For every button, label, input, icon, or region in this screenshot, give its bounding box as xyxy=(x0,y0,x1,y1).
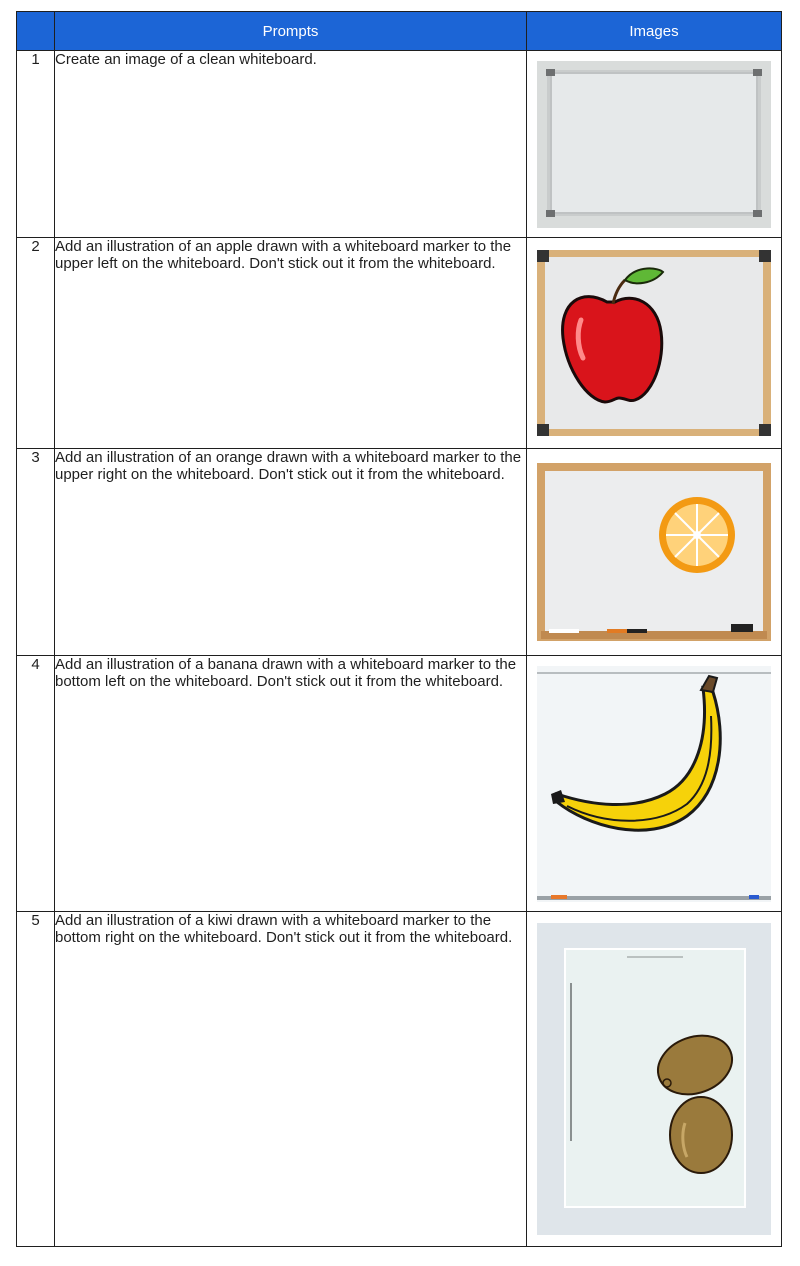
prompt-text: Create an image of a clean whiteboard. xyxy=(54,50,527,238)
row-index: 2 xyxy=(16,237,55,449)
images-column-header: Images xyxy=(526,11,782,51)
clean-whiteboard-image xyxy=(537,60,771,228)
table-row: 5 Add an illustration of a kiwi drawn wi… xyxy=(16,911,782,1247)
apple-whiteboard-image xyxy=(537,250,771,436)
prompts-table: Prompts Images 1 Create an image of a cl… xyxy=(16,11,782,1247)
image-cell xyxy=(526,655,782,912)
image-cell xyxy=(526,50,782,238)
prompt-text: Add an illustration of an apple drawn wi… xyxy=(54,237,527,449)
row-index: 4 xyxy=(16,655,55,912)
image-cell xyxy=(526,237,782,449)
row-index: 5 xyxy=(16,911,55,1247)
prompts-column-header: Prompts xyxy=(54,11,527,51)
prompt-text: Add an illustration of a banana drawn wi… xyxy=(54,655,527,912)
prompt-text: Add an illustration of a kiwi drawn with… xyxy=(54,911,527,1247)
image-cell xyxy=(526,448,782,656)
table-row: 1 Create an image of a clean whiteboard. xyxy=(16,50,782,238)
row-index: 3 xyxy=(16,448,55,656)
orange-whiteboard-image xyxy=(537,463,771,641)
image-cell xyxy=(526,911,782,1247)
table-row: 4 Add an illustration of a banana drawn … xyxy=(16,655,782,912)
kiwi-whiteboard-image xyxy=(537,923,771,1235)
table-row: 3 Add an illustration of an orange drawn… xyxy=(16,448,782,656)
table-row: 2 Add an illustration of an apple drawn … xyxy=(16,237,782,449)
header-row: Prompts Images xyxy=(16,11,782,51)
row-index: 1 xyxy=(16,50,55,238)
banana-whiteboard-image xyxy=(537,665,771,902)
index-column-header xyxy=(16,11,55,51)
prompt-text: Add an illustration of an orange drawn w… xyxy=(54,448,527,656)
orange-drawing xyxy=(659,497,735,573)
